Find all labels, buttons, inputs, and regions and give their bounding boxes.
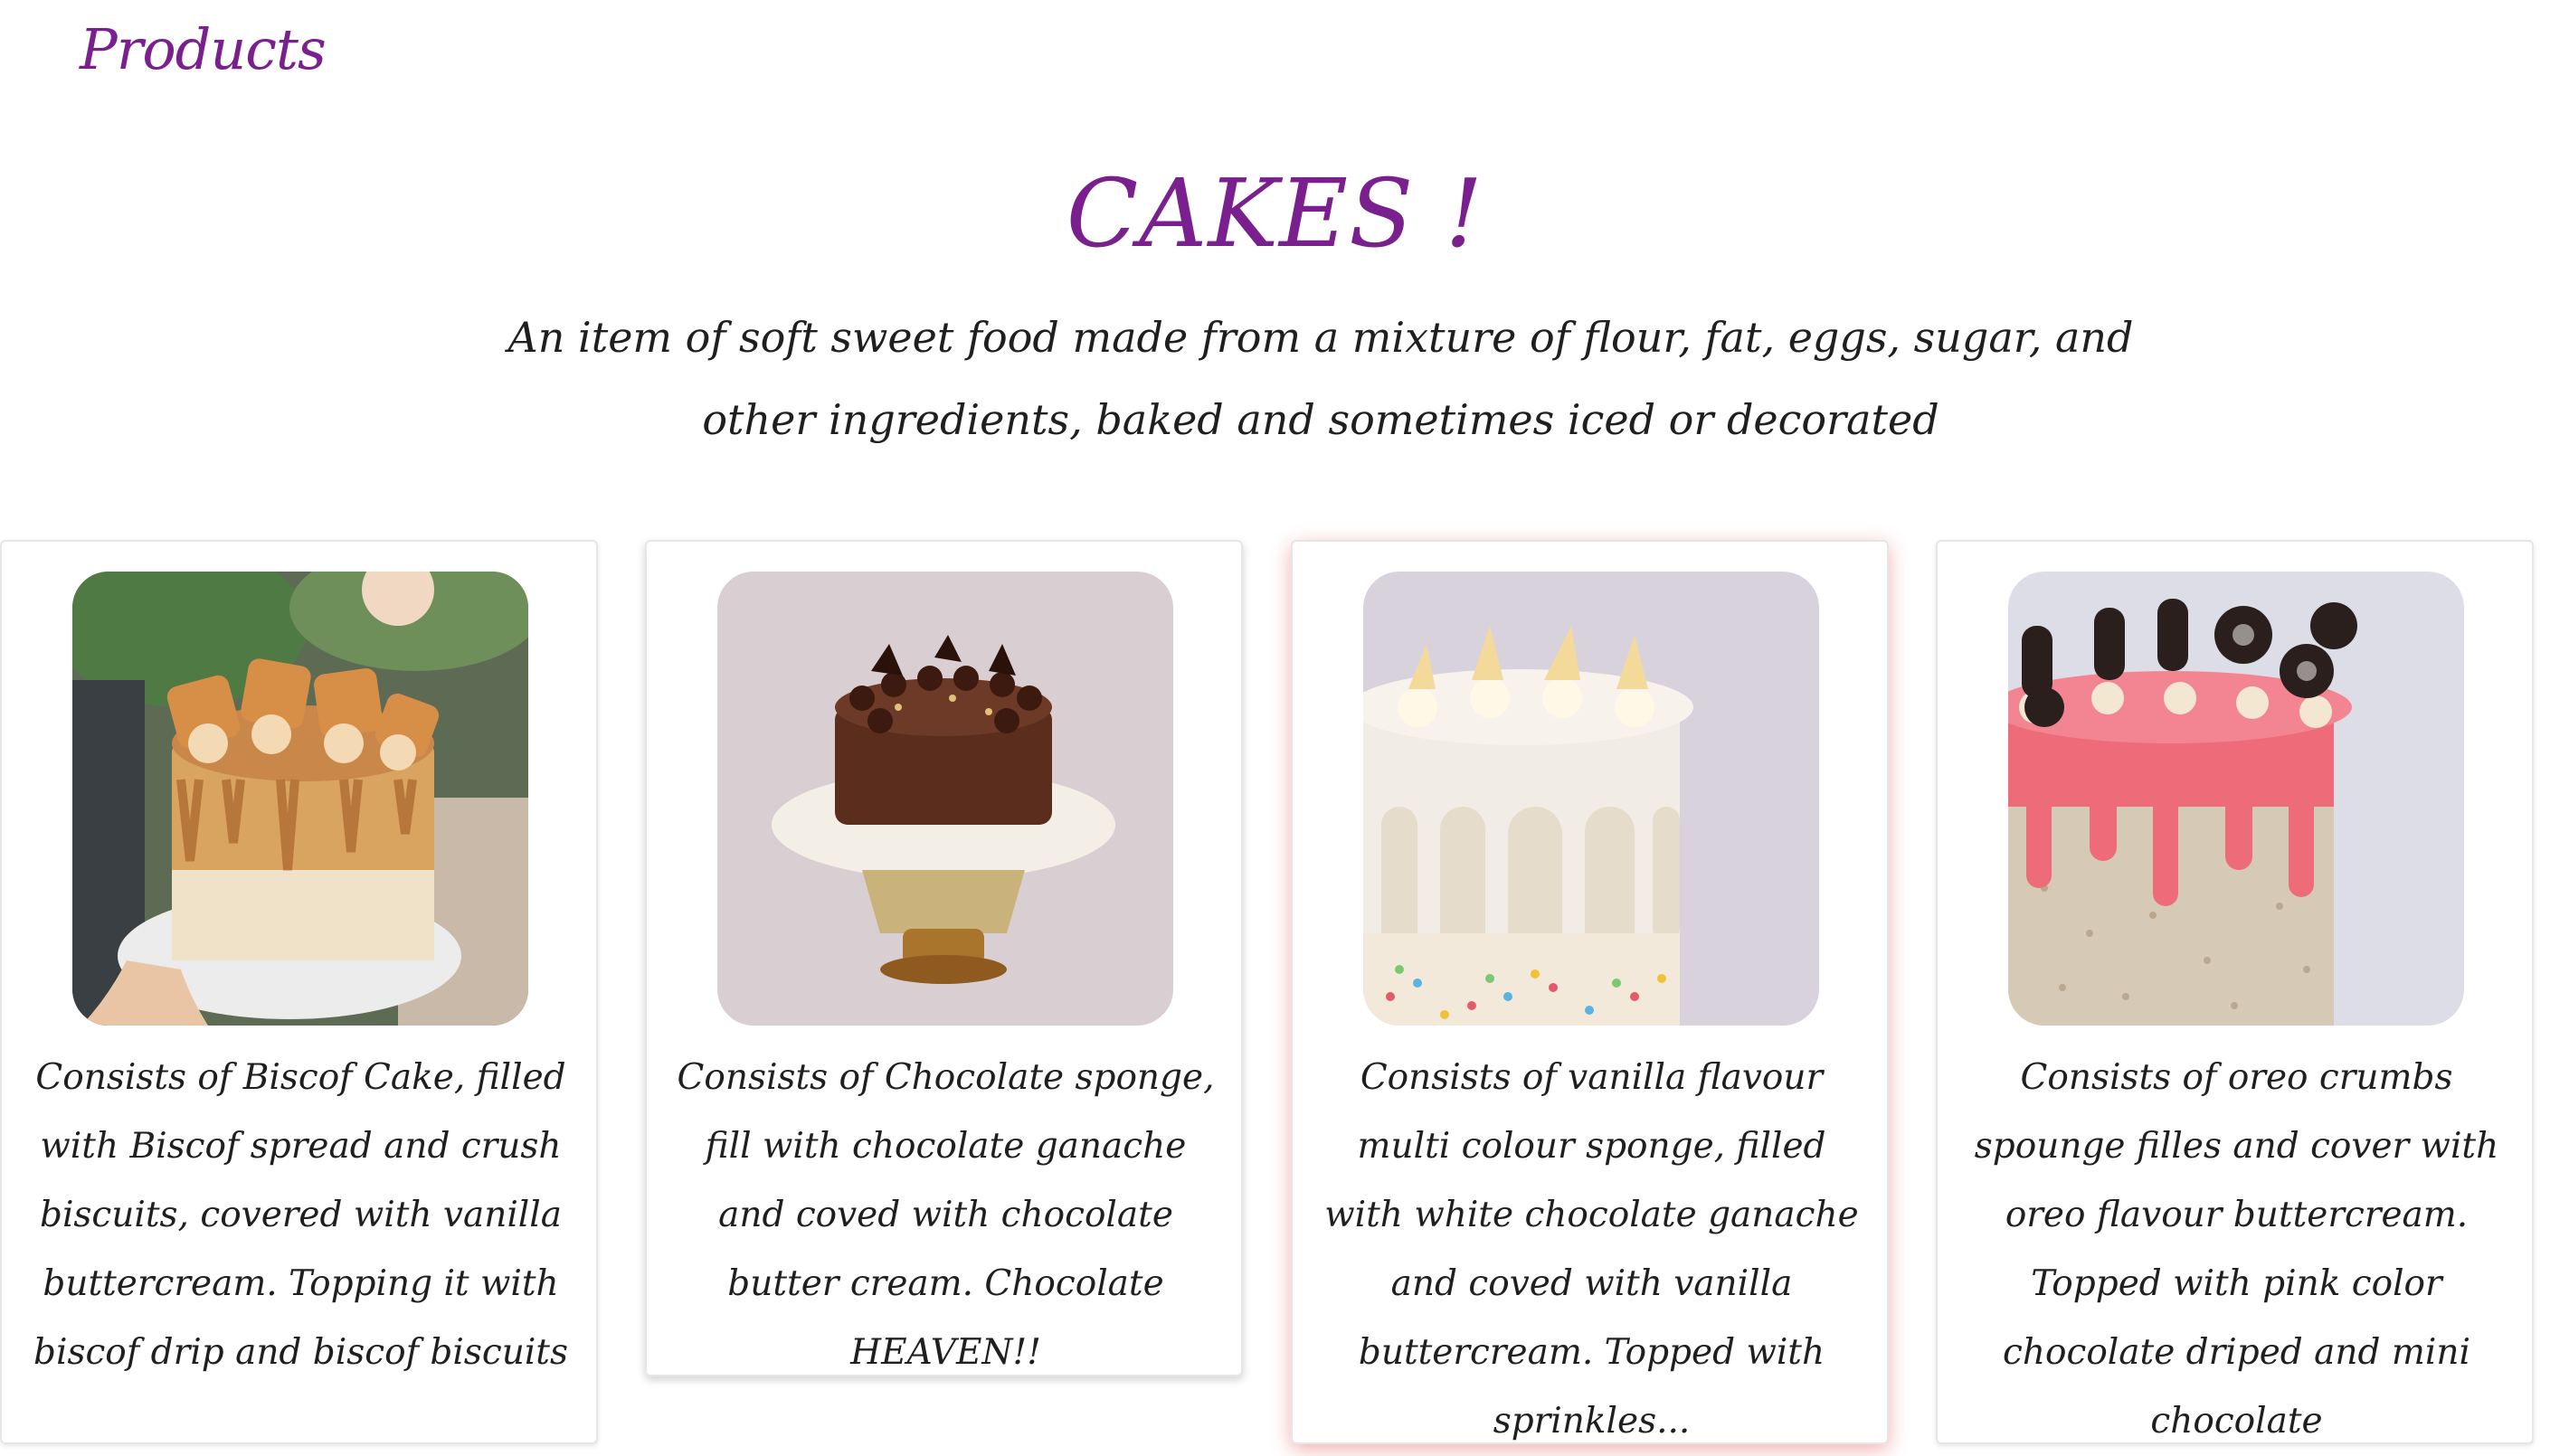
product-card-biscof[interactable]: Consists of Biscof Cake, filled with Bis… — [0, 540, 598, 1444]
vanilla-sprinkle-cake-image — [1363, 572, 1819, 1026]
page-description: An item of soft sweet food made from a m… — [507, 313, 2134, 444]
oreo-cake-image — [2008, 572, 2464, 1026]
product-description: Consists of Chocolate sponge, fill with … — [677, 1057, 1215, 1373]
page-title: CAKES ! — [1066, 158, 1484, 269]
product-description: Consists of vanilla flavour multi colour… — [1324, 1057, 1859, 1442]
product-card-oreo[interactable]: Consists of oreo crumbs spounge filles a… — [1936, 540, 2534, 1444]
nav-products-link[interactable]: Products — [80, 16, 327, 82]
biscof-cake-image — [72, 572, 528, 1026]
product-card-list: Consists of Biscof Cake, filled with Bis… — [0, 540, 2550, 1455]
chocolate-cake-image — [717, 572, 1173, 1026]
product-description: Consists of Biscof Cake, filled with Bis… — [33, 1057, 568, 1373]
product-card-chocolate[interactable]: Consists of Chocolate sponge, fill with … — [645, 540, 1243, 1376]
product-card-vanilla[interactable]: Consists of vanilla flavour multi colour… — [1291, 540, 1889, 1444]
product-description: Consists of oreo crumbs spounge filles a… — [1974, 1057, 2499, 1442]
